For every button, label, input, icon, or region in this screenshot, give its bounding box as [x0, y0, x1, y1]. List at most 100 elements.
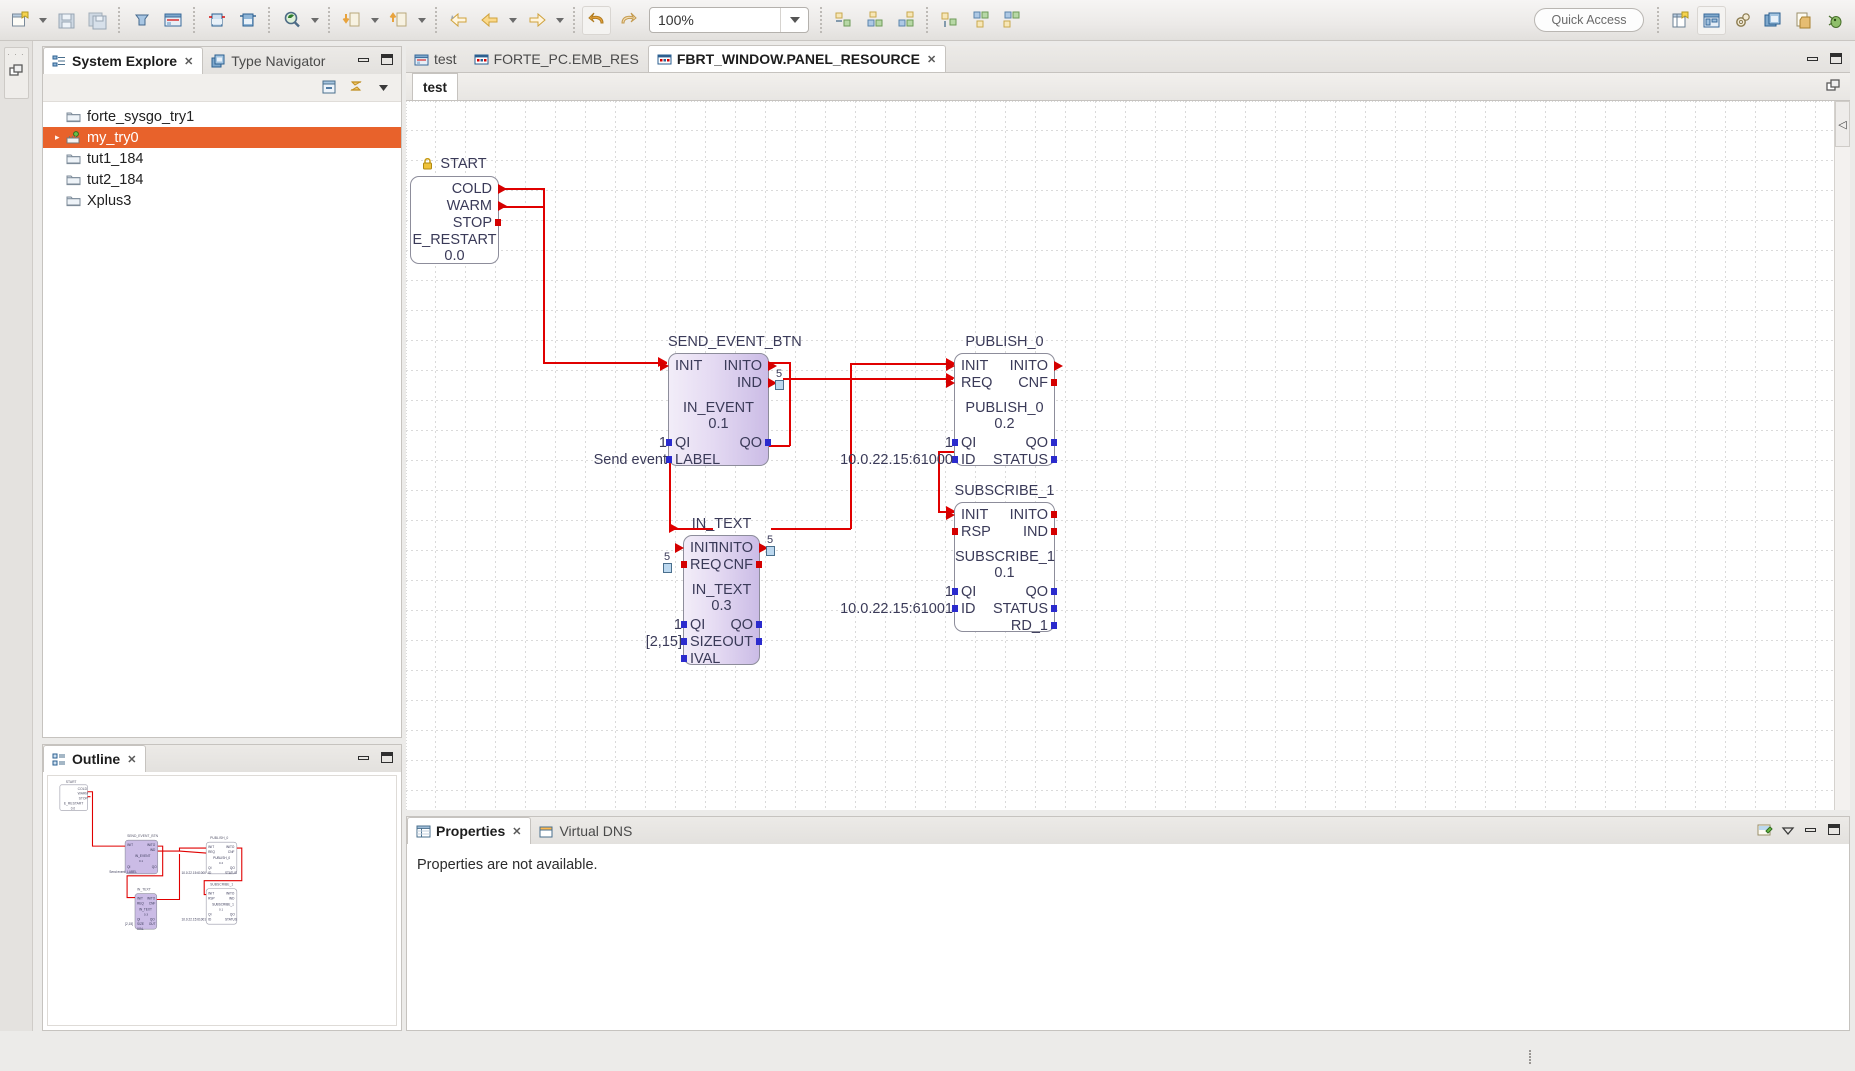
event-output-inito[interactable]: INITO	[1010, 359, 1048, 374]
event-input-req[interactable]: REQ	[961, 376, 992, 391]
tree-item-xplus3[interactable]: Xplus3	[43, 190, 401, 211]
deploy-icon[interactable]	[127, 6, 156, 35]
align-right-icon[interactable]	[891, 6, 920, 35]
redo-icon[interactable]	[613, 6, 642, 35]
data-input-id[interactable]: ID	[961, 602, 976, 617]
event-output-ind[interactable]: IND	[737, 376, 762, 391]
view-menu-icon[interactable]	[1777, 820, 1798, 839]
data-output-qo[interactable]: QO	[730, 618, 753, 633]
system-perspective-icon[interactable]	[1697, 5, 1726, 35]
restore-view-icon[interactable]	[1823, 77, 1844, 96]
tree-item-my-try0[interactable]: ▸ my_try0	[43, 127, 401, 148]
event-input-init[interactable]: INIT	[961, 508, 988, 523]
maximize-icon[interactable]	[1823, 820, 1844, 839]
restore-view-button[interactable]: · · ·	[3, 47, 29, 99]
data-input-label[interactable]: LABEL	[675, 453, 720, 468]
close-icon[interactable]: ✕	[184, 55, 193, 68]
event-output-inito[interactable]: INITO	[724, 359, 762, 374]
forward-icon[interactable]	[522, 6, 551, 35]
minimize-icon[interactable]	[1800, 820, 1821, 839]
align-bottom-icon[interactable]	[997, 6, 1026, 35]
data-input-qi[interactable]: QI	[961, 585, 976, 600]
debug-perspective-icon[interactable]	[1821, 6, 1850, 35]
event-input-init[interactable]: INIT	[675, 359, 702, 374]
data-output-status[interactable]: STATUS	[993, 453, 1048, 468]
fb-block-send-event-btn[interactable]: SEND_EVENT_BTN INIT INITO IND IN_EVENT 0…	[594, 334, 802, 468]
tab-test[interactable]: test	[406, 45, 466, 72]
back-icon[interactable]	[475, 6, 504, 35]
tab-outline[interactable]: Outline ✕	[43, 745, 147, 772]
tab-forte-pc-emb-res[interactable]: FORTE_PC.EMB_RES	[466, 45, 648, 72]
event-output-cold[interactable]: COLD	[452, 182, 492, 197]
back-history-icon[interactable]	[444, 6, 473, 35]
expand-arrow-icon[interactable]: ▸	[55, 132, 62, 143]
data-input-qi[interactable]: QI	[675, 436, 690, 451]
new-file-icon[interactable]	[5, 6, 34, 35]
event-output-inito[interactable]: INITO	[715, 541, 753, 556]
data-output-qo[interactable]: QO	[1025, 585, 1048, 600]
close-icon[interactable]: ✕	[927, 53, 936, 66]
restore-view-icon[interactable]	[8, 64, 24, 79]
fb-block-subscribe-1[interactable]: SUBSCRIBE_1 INIT INITO RSP IND SUBSCRIBE…	[840, 483, 1057, 634]
data-output-out[interactable]: OUT	[722, 635, 753, 650]
export-dropdown-icon[interactable]	[414, 6, 430, 35]
chevron-down-icon[interactable]	[780, 8, 808, 32]
event-output-ind[interactable]: IND	[1023, 525, 1048, 540]
data-output-rd-1[interactable]: RD_1	[1011, 619, 1048, 634]
fb-block-in-text[interactable]: IN_TEXT INIT INITO REQ CNF IN_TEXT 0.3 Q…	[646, 516, 775, 667]
adapter-in-text-req[interactable]: 5	[661, 551, 674, 574]
event-input-req[interactable]: REQ	[690, 558, 721, 573]
import-dropdown-icon[interactable]	[367, 6, 383, 35]
new-file-dropdown-icon[interactable]	[35, 6, 51, 35]
close-icon[interactable]: ✕	[127, 753, 136, 766]
data-input-qi[interactable]: QI	[690, 618, 705, 633]
fb-block-publish-0[interactable]: PUBLISH_0 INIT INITO REQ CNF PUBLISH_0 0…	[840, 334, 1063, 468]
collapse-left-icon[interactable]: ◁	[1835, 101, 1850, 147]
tab-fbrt-window-panel-resource[interactable]: FBRT_WINDOW.PANEL_RESOURCE ✕	[647, 45, 947, 72]
maximize-icon[interactable]	[376, 50, 397, 69]
data-output-qo[interactable]: QO	[739, 436, 762, 451]
fb-instance-icon[interactable]	[233, 6, 262, 35]
fb-network-canvas[interactable]: START COLD WARM STOP E_RESTART 0.0 SEND_…	[406, 101, 1850, 810]
view-menu-icon[interactable]	[371, 77, 395, 99]
adapter-send-ind[interactable]: 5	[773, 368, 786, 391]
new-perspective-icon[interactable]	[1666, 6, 1695, 35]
event-input-init[interactable]: INIT	[690, 541, 717, 556]
close-icon[interactable]: ✕	[512, 825, 521, 838]
sub-tab-test[interactable]: test	[412, 73, 459, 100]
align-center-icon[interactable]	[860, 6, 889, 35]
event-output-inito[interactable]: INITO	[1010, 508, 1048, 523]
back-dropdown-icon[interactable]	[505, 6, 521, 35]
event-output-stop[interactable]: STOP	[453, 216, 492, 231]
event-input-init[interactable]: INIT	[961, 359, 988, 374]
minimize-icon[interactable]	[1802, 49, 1823, 68]
event-output-warm[interactable]: WARM	[447, 199, 492, 214]
copy-perspective-icon[interactable]	[1790, 6, 1819, 35]
event-output-cnf[interactable]: CNF	[723, 558, 753, 573]
status-bar-resize-grip[interactable]	[1525, 1050, 1535, 1064]
zoom-level-combo[interactable]: 100%	[649, 7, 809, 33]
system-config-icon[interactable]	[158, 6, 187, 35]
minimize-icon[interactable]	[353, 50, 374, 69]
fb-type-icon[interactable]	[202, 6, 231, 35]
undo-icon[interactable]	[582, 5, 611, 35]
pin-view-icon[interactable]	[1754, 820, 1775, 839]
tree-item-tut1-184[interactable]: tut1_184	[43, 148, 401, 169]
quick-access-input[interactable]: Quick Access	[1534, 8, 1644, 32]
forward-dropdown-icon[interactable]	[552, 6, 568, 35]
collapse-all-icon[interactable]	[317, 77, 341, 99]
search-icon[interactable]	[277, 6, 306, 35]
link-with-editor-icon[interactable]	[344, 77, 368, 99]
data-input-ival[interactable]: IVAL	[690, 652, 720, 667]
type-perspective-icon[interactable]	[1759, 6, 1788, 35]
tree-item-forte-sysgo-try1[interactable]: forte_sysgo_try1	[43, 106, 401, 127]
data-input-size[interactable]: SIZE	[690, 635, 722, 650]
event-input-rsp[interactable]: RSP	[961, 525, 991, 540]
tab-system-explorer[interactable]: System Explore ✕	[43, 47, 204, 74]
tab-type-navigator[interactable]: Type Navigator	[203, 47, 334, 74]
tab-properties[interactable]: Properties ✕	[407, 817, 532, 844]
maximize-icon[interactable]	[1825, 49, 1846, 68]
data-input-id[interactable]: ID	[961, 453, 976, 468]
data-input-qi[interactable]: QI	[961, 436, 976, 451]
gear-perspective-icon[interactable]	[1728, 6, 1757, 35]
